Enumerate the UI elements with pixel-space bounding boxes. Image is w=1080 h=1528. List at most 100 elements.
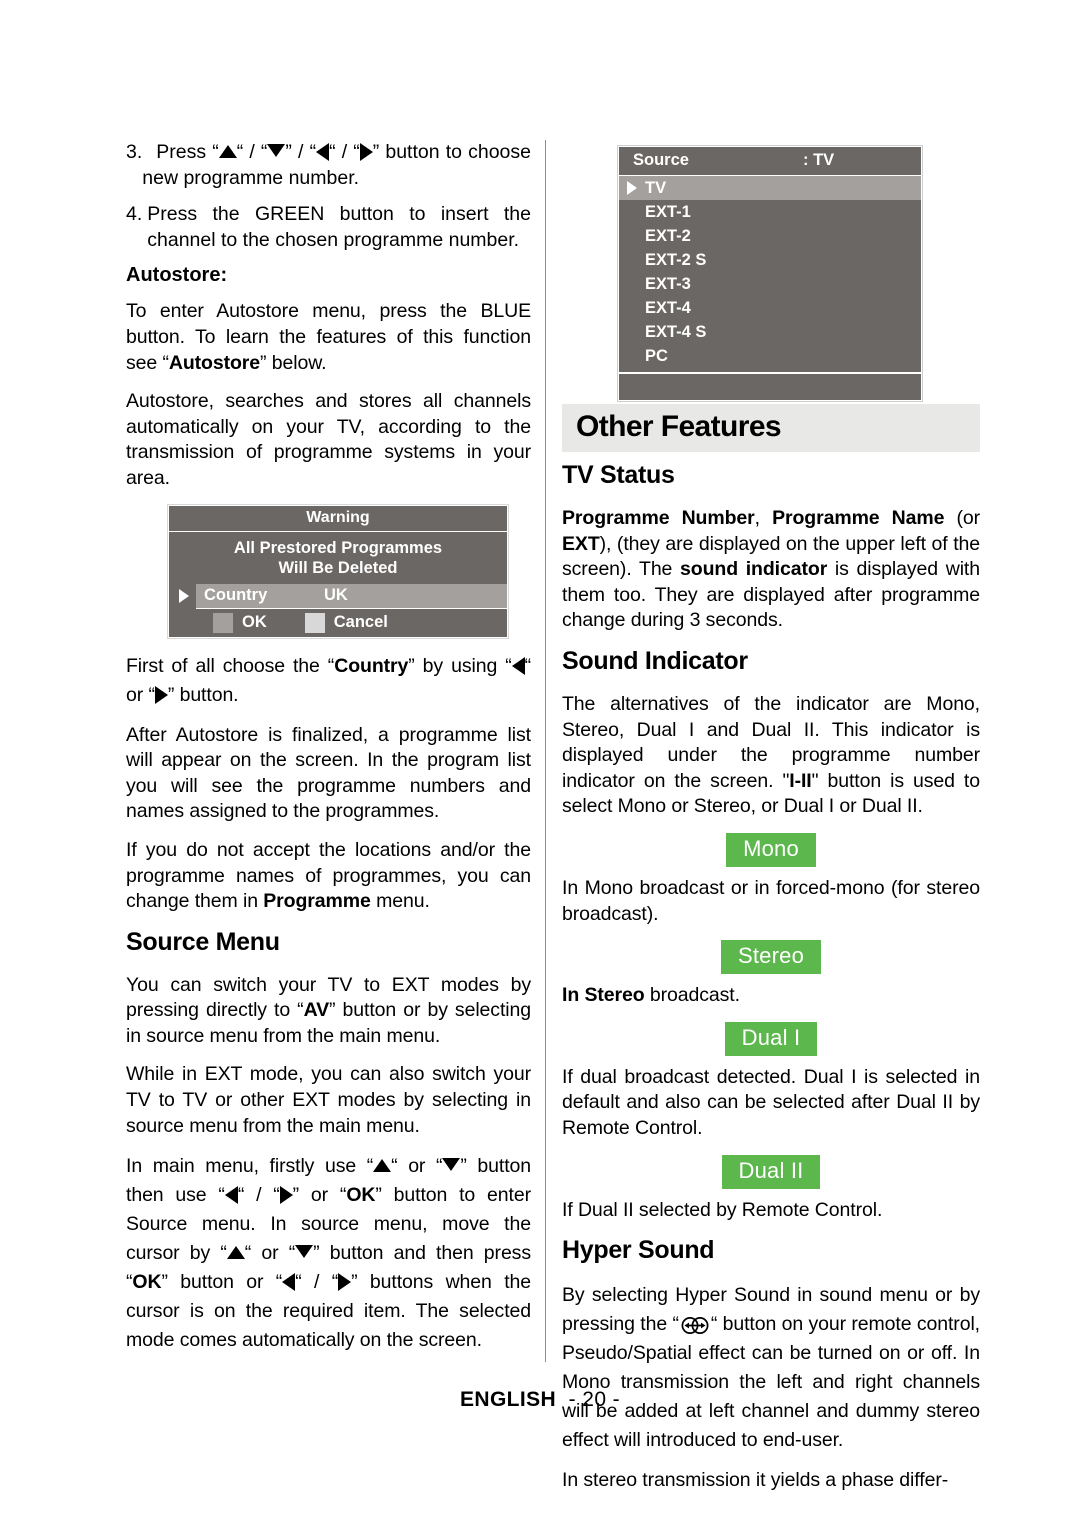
arrow-right-icon (359, 143, 373, 161)
source-item-tv[interactable]: TV (619, 176, 921, 200)
arrow-right-icon (338, 1273, 352, 1292)
page-footer: ENGLISH - 20 - (0, 1388, 1080, 1412)
text: “ or “ (244, 1242, 296, 1265)
step-text: Press the GREEN button to insert the cha… (147, 203, 531, 251)
paragraph-mono: In Mono broadcast or in forced-mono (for… (562, 876, 980, 925)
column-divider (545, 140, 546, 1362)
text-bold: In Stereo (562, 984, 645, 1007)
source-item-pc[interactable]: PC (619, 344, 921, 368)
source-osd-current-value: : TV (803, 151, 835, 169)
source-item-ext-3[interactable]: EXT-3 (619, 272, 921, 296)
source-item-label: EXT-1 (645, 202, 691, 221)
warning-dialog: Warning All Prestored Programmes Will Be… (167, 503, 509, 639)
paragraph-hyper-sound: By selecting Hyper Sound in sound menu o… (562, 1281, 980, 1455)
text-bold: Programme (263, 890, 371, 913)
text: ” by using “ (408, 654, 512, 677)
paragraph-autostore-desc: Autostore, searches and stores all chann… (126, 390, 531, 489)
paragraph-stereo: In Stereo broadcast. (562, 983, 980, 1009)
ok-button[interactable]: OK (213, 612, 267, 633)
cancel-color-swatch-icon (304, 612, 325, 633)
arrow-right-icon (279, 1186, 293, 1205)
text-bold: EXT (562, 532, 600, 555)
text: broadcast. (644, 984, 740, 1007)
paragraph-tv-status: Programme Number, Programme Name (or EXT… (562, 506, 980, 634)
step3-text-c: ” / “ (285, 141, 317, 163)
paragraph-dual-i: If dual broadcast detected. Dual I is se… (562, 1065, 980, 1139)
i-ii-button-reference: I-II (789, 769, 812, 792)
arrow-left-icon (282, 1273, 296, 1292)
sound-indicator-heading: Sound Indicator (562, 646, 748, 675)
text: ” or “ (292, 1184, 347, 1207)
source-menu-osd: Source : TV TV EXT-1 EXT-2 EXT-2 S EXT-3… (617, 145, 923, 402)
source-osd-header: Source : TV (619, 147, 921, 176)
text-bold: Programme Name (772, 507, 945, 529)
text-bold: Programme Number (562, 507, 755, 529)
status-badge-stereo: Stereo (720, 940, 822, 975)
arrow-down-icon (442, 1158, 461, 1172)
source-item-ext-4-s[interactable]: EXT-4 S (619, 320, 921, 344)
paragraph-sound-indicator: The alternatives of the indicator are Mo… (562, 692, 980, 820)
warning-dialog-title: Warning (169, 506, 507, 532)
step3-text-a: Press “ (156, 141, 219, 163)
step3-text-b: “ / “ (236, 141, 268, 163)
cancel-button-label: Cancel (333, 613, 388, 632)
right-column: Other Features TV Status Programme Numbe… (562, 404, 980, 1507)
status-badge-dual-ii: Dual II (721, 1154, 821, 1189)
warning-country-row[interactable]: Country UK (169, 583, 507, 609)
country-label: Country (204, 586, 268, 605)
paragraph-stereo-transmission: In stereo transmission it yields a phase… (562, 1469, 949, 1492)
cursor-arrow-icon (627, 181, 639, 195)
text: “ / “ (295, 1271, 339, 1294)
step3-text-d: “ / “ (329, 141, 360, 163)
source-item-label: PC (645, 346, 668, 365)
hyper-sound-heading: Hyper Sound (562, 1236, 715, 1265)
text: “ / “ (237, 1184, 280, 1207)
text: , (754, 507, 773, 529)
source-menu-heading: Source Menu (126, 927, 280, 956)
text: menu. (370, 890, 430, 913)
cursor-arrow-icon (179, 589, 190, 604)
paragraph-while-ext: While in EXT mode, you can also switch y… (126, 1063, 531, 1137)
source-item-ext-2[interactable]: EXT-2 (619, 224, 921, 248)
paragraph-enter-autostore: To enter Autostore menu, press the BLUE … (126, 299, 531, 376)
ok-button-label: OK (242, 613, 267, 632)
text: In main menu, firstly use “ (126, 1155, 374, 1178)
arrow-left-icon (224, 1186, 238, 1205)
source-osd-footer (619, 374, 921, 400)
source-item-ext-4[interactable]: EXT-4 (619, 296, 921, 320)
source-item-label: EXT-2 S (645, 250, 707, 269)
other-features-banner: Other Features (562, 404, 980, 452)
arrow-left-icon (316, 143, 330, 161)
text: ” button. (167, 683, 239, 706)
source-item-label: EXT-4 S (645, 322, 707, 341)
cancel-button[interactable]: Cancel (304, 612, 388, 633)
arrow-right-icon (154, 685, 168, 704)
status-badge-dual-i: Dual I (724, 1021, 818, 1056)
text-bold: Country (334, 654, 409, 677)
source-item-ext-2-s[interactable]: EXT-2 S (619, 248, 921, 272)
text: “ or “ (391, 1155, 443, 1178)
step-text: Press ““ / “” / ““ / “” button to choose… (142, 140, 531, 191)
source-item-ext-1[interactable]: EXT-1 (619, 200, 921, 224)
warning-message-line-1: All Prestored Programmes (233, 538, 443, 557)
left-column: 3. Press ““ / “” / ““ / “” button to cho… (126, 140, 531, 1368)
autostore-heading: Autostore: (126, 264, 228, 287)
country-field[interactable]: Country UK (196, 583, 507, 609)
list-item: 4. Press the GREEN button to insert the … (126, 202, 531, 253)
source-item-label: EXT-2 (645, 226, 691, 245)
ok-button-reference: OK (346, 1184, 376, 1207)
text-bold: sound indicator (680, 558, 828, 581)
text: ” below. (260, 351, 327, 374)
arrow-up-icon (373, 1159, 392, 1173)
source-item-label: EXT-3 (645, 274, 691, 293)
status-badge-mono: Mono (726, 832, 816, 867)
warning-message-line-2: Will Be Deleted (278, 558, 398, 577)
source-osd-title: Source (633, 151, 689, 169)
country-value: UK (324, 586, 348, 605)
text-bold: AV (303, 999, 330, 1022)
mono-badge-row: Mono (562, 832, 980, 867)
warning-dialog-message: All Prestored Programmes Will Be Deleted (169, 532, 507, 584)
footer-language: ENGLISH (459, 1388, 557, 1411)
arrow-up-icon (218, 145, 237, 158)
text: First of all choose the “ (126, 654, 335, 677)
